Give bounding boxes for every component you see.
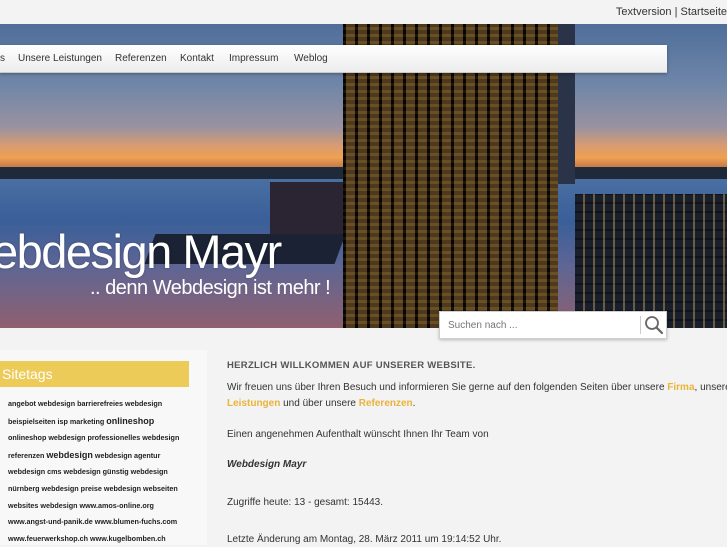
tag-link[interactable]: referenzen — [8, 451, 44, 460]
visit-counter: Zugriffe heute: 13 - gesamt: 15443. — [227, 497, 384, 508]
textversion-link[interactable]: Textversion — [616, 6, 672, 18]
tag-link[interactable]: onlineshop webdesign professionelles web… — [8, 433, 179, 442]
site-subtitle: .. denn Webdesign ist mehr ! — [90, 277, 331, 299]
top-links-separator: | — [674, 6, 678, 18]
tag-link[interactable]: www.angst-und-panik.de www.blumen-fuchs.… — [8, 517, 177, 526]
startseite-link[interactable]: Startseite — [681, 6, 727, 18]
tag-link[interactable]: nürnberg webdesign preise webdesign webs… — [8, 484, 178, 493]
last-change: Letzte Änderung am Montag, 28. März 2011… — [227, 534, 502, 545]
top-links: Textversion | Startseite — [616, 6, 727, 18]
nav-item-home[interactable]: s — [0, 53, 5, 64]
tag-link[interactable]: www.feuerwerkshop.ch www.kugelbomben.ch — [8, 534, 166, 543]
search-button[interactable] — [643, 314, 665, 336]
nav-item-referenzen[interactable]: Referenzen — [115, 53, 167, 64]
welcome-heading: HERZLICH WILLKOMMEN AUF UNSERER WEBSITE. — [227, 360, 476, 371]
tag-link[interactable]: angebot webdesign barrierefreies webdesi… — [8, 399, 162, 408]
nav-item-weblog[interactable]: Weblog — [294, 53, 328, 64]
hero-right-buildings — [575, 194, 727, 328]
referenzen-link[interactable]: Referenzen — [359, 398, 413, 409]
search-box — [439, 311, 667, 339]
greeting-text: Einen angenehmen Aufenthalt wünscht Ihne… — [227, 429, 489, 440]
sitetags-cloud: angebot webdesign barrierefreies webdesi… — [8, 396, 200, 547]
nav-item-kontakt[interactable]: Kontakt — [180, 53, 214, 64]
intro-line-1: Wir freuen uns über Ihren Besuch und inf… — [227, 382, 727, 393]
tag-link[interactable]: webdesign cms webdesign günstig webdesig… — [8, 467, 168, 476]
nav-item-impressum[interactable]: Impressum — [229, 53, 278, 64]
tag-link[interactable]: websites webdesign www.amos-online.org — [8, 501, 154, 510]
search-input[interactable] — [448, 318, 628, 332]
firma-link[interactable]: Firma — [667, 382, 694, 393]
tag-link[interactable]: onlineshop — [106, 416, 154, 426]
tag-link[interactable]: webdesign — [46, 450, 93, 460]
search-icon — [645, 316, 664, 335]
sitetags-heading: Sitetags — [0, 361, 189, 387]
leistungen-link[interactable]: Leistungen — [227, 398, 280, 409]
intro-text: Wir freuen uns über Ihren Besuch und inf… — [227, 382, 665, 393]
intro-text: , unsere — [694, 382, 727, 393]
search-separator — [640, 316, 641, 334]
nav-item-leistungen[interactable]: Unsere Leistungen — [18, 53, 102, 64]
tag-link[interactable]: webdesign agentur — [95, 451, 161, 460]
intro-text: . — [412, 398, 416, 409]
company-name: Webdesign Mayr — [227, 459, 307, 470]
main-nav: s Unsere Leistungen Referenzen Kontakt I… — [0, 45, 667, 73]
intro-text: und über unsere — [283, 398, 356, 409]
tag-link[interactable]: beispielseiten isp marketing — [8, 417, 104, 426]
intro-line-2: Leistungen und über unsere Referenzen. — [227, 398, 415, 409]
site-title: ebdesign Mayr — [0, 225, 282, 278]
